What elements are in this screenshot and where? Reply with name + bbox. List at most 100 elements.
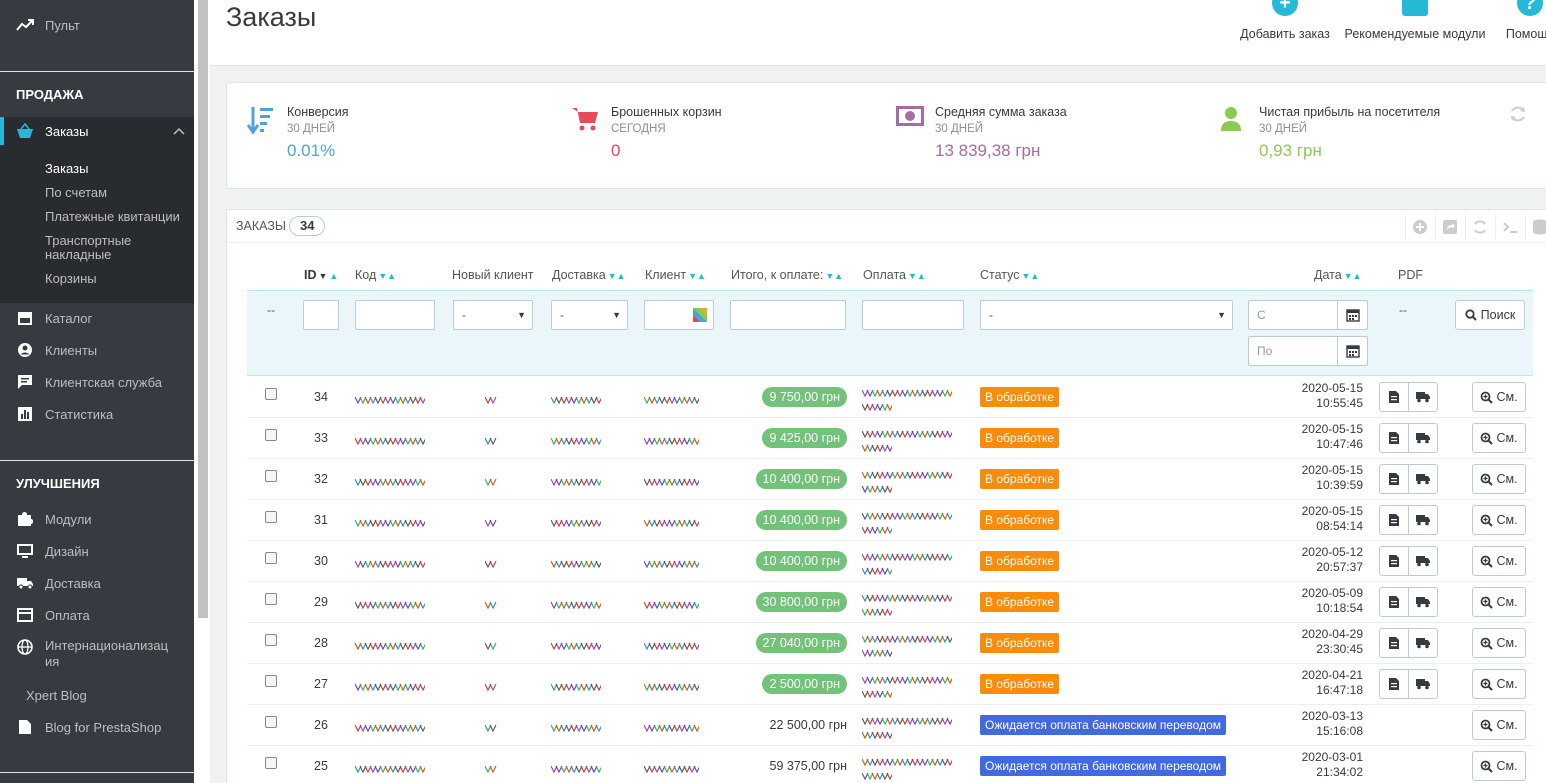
table-row[interactable]: 32 10 400,00 грн В обработке 2020-05-15 10:3… bbox=[247, 459, 1533, 500]
row-checkbox[interactable] bbox=[265, 511, 277, 523]
page-scrollbar-thumb[interactable] bbox=[198, 0, 208, 618]
search-button[interactable]: Поиск bbox=[1455, 300, 1525, 330]
filter-payment-input[interactable] bbox=[862, 300, 964, 330]
filter-code-input[interactable] bbox=[355, 300, 435, 330]
column-header-total[interactable]: Итого, к оплате: ▼▲ bbox=[731, 268, 843, 282]
file-icon bbox=[1389, 555, 1399, 567]
column-header-payment[interactable]: Оплата ▼▲ bbox=[863, 268, 926, 282]
view-order-button[interactable]: См. bbox=[1472, 628, 1526, 658]
calendar-icon[interactable] bbox=[1337, 336, 1368, 366]
sidebar-sub-invoices[interactable]: По счетам bbox=[45, 186, 107, 200]
row-checkbox[interactable] bbox=[265, 757, 277, 769]
view-order-button[interactable]: См. bbox=[1472, 587, 1526, 617]
order-total-badge: 30 800,00 грн bbox=[755, 592, 847, 612]
order-date-time: 23:30:45 bbox=[1316, 642, 1363, 656]
refresh-list-icon[interactable] bbox=[1465, 214, 1493, 240]
table-row[interactable]: 27 2 500,00 грн В обработке 2020-04-21 16:47… bbox=[247, 664, 1533, 705]
sidebar-item-catalog[interactable]: Каталог bbox=[0, 305, 194, 331]
invoice-pdf-button[interactable] bbox=[1379, 464, 1409, 494]
column-header-date[interactable]: Дата ▼▲ bbox=[1314, 268, 1362, 282]
delivery-slip-pdf-button[interactable] bbox=[1408, 382, 1438, 412]
invoice-pdf-button[interactable] bbox=[1379, 505, 1409, 535]
row-checkbox[interactable] bbox=[265, 593, 277, 605]
sidebar-sub-delivery-slips[interactable]: Транспортные накладные bbox=[45, 234, 165, 262]
database-icon[interactable] bbox=[1525, 214, 1546, 240]
view-order-button[interactable]: См. bbox=[1472, 505, 1526, 535]
sidebar-item-modules[interactable]: Модули bbox=[0, 506, 194, 532]
invoice-pdf-button[interactable] bbox=[1379, 587, 1409, 617]
order-code-redacted bbox=[354, 761, 427, 774]
sidebar-item-stats[interactable]: Статистика bbox=[0, 401, 194, 427]
view-order-button[interactable]: См. bbox=[1472, 464, 1526, 494]
invoice-pdf-button[interactable] bbox=[1379, 628, 1409, 658]
refresh-icon[interactable] bbox=[1509, 105, 1527, 128]
column-header-client[interactable]: Клиент ▼▲ bbox=[645, 268, 706, 282]
sidebar-item-xpert-blog[interactable]: Xpert Blog bbox=[0, 682, 194, 708]
row-checkbox[interactable] bbox=[265, 634, 277, 646]
table-row[interactable]: 25 59 375,00 грн Ожидается оплата банковск… bbox=[247, 746, 1533, 783]
row-checkbox[interactable] bbox=[265, 716, 277, 728]
sidebar-sub-carts[interactable]: Корзины bbox=[45, 272, 97, 286]
view-order-button[interactable]: См. bbox=[1472, 423, 1526, 453]
filter-delivery-select[interactable]: - bbox=[551, 300, 628, 330]
sidebar-item-shipping[interactable]: Доставка bbox=[0, 570, 194, 596]
chevron-up-icon[interactable] bbox=[173, 123, 185, 138]
sidebar-sub-orders[interactable]: Заказы bbox=[45, 162, 88, 176]
column-header-status[interactable]: Статус ▼▲ bbox=[980, 268, 1039, 282]
delivery-slip-pdf-button[interactable] bbox=[1408, 587, 1438, 617]
view-order-button[interactable]: См. bbox=[1472, 710, 1526, 740]
sidebar-item-international[interactable]: Интернационализация bbox=[0, 638, 194, 674]
invoice-pdf-button[interactable] bbox=[1379, 382, 1409, 412]
view-order-button[interactable]: См. bbox=[1472, 382, 1526, 412]
delivery-slip-pdf-button[interactable] bbox=[1408, 464, 1438, 494]
sidebar-item-design[interactable]: Дизайн bbox=[0, 538, 194, 564]
column-header-id[interactable]: ID ▼ ▲ bbox=[304, 268, 338, 282]
table-row[interactable]: 34 9 750,00 грн В обработке 2020-05-15 10:55… bbox=[247, 377, 1533, 418]
delivery-slip-pdf-button[interactable] bbox=[1408, 669, 1438, 699]
help-button[interactable]: ? Помощь bbox=[1500, 0, 1546, 66]
calendar-icon[interactable] bbox=[1337, 300, 1368, 330]
sidebar-item-payment[interactable]: Оплата bbox=[0, 602, 194, 628]
row-checkbox[interactable] bbox=[265, 552, 277, 564]
column-header-delivery[interactable]: Доставка ▼▲ bbox=[552, 268, 626, 282]
sidebar-item-orders[interactable]: Заказы bbox=[0, 118, 194, 144]
order-date-time: 08:54:14 bbox=[1316, 519, 1363, 533]
sidebar-item-dashboard[interactable]: Пульт bbox=[0, 12, 194, 38]
export-icon[interactable] bbox=[1435, 214, 1463, 240]
filter-new-client-select[interactable]: - bbox=[453, 300, 533, 330]
sidebar-item-blog-prestashop[interactable]: Blog for PrestaShop bbox=[0, 714, 194, 740]
view-order-button[interactable]: См. bbox=[1472, 669, 1526, 699]
sql-query-icon[interactable] bbox=[1495, 214, 1523, 240]
add-order-button[interactable]: + Добавить заказ bbox=[1236, 0, 1334, 66]
view-order-button[interactable]: См. bbox=[1472, 751, 1526, 781]
row-checkbox[interactable] bbox=[265, 388, 277, 400]
delivery-slip-pdf-button[interactable] bbox=[1408, 628, 1438, 658]
table-row[interactable]: 31 10 400,00 грн В обработке 2020-05-15 08:5… bbox=[247, 500, 1533, 541]
table-row[interactable]: 33 9 425,00 грн В обработке 2020-05-15 10:47… bbox=[247, 418, 1533, 459]
filter-id-input[interactable] bbox=[303, 300, 339, 330]
delivery-slip-pdf-button[interactable] bbox=[1408, 505, 1438, 535]
table-row[interactable]: 29 30 800,00 грн В обработке 2020-05-09 10:1… bbox=[247, 582, 1533, 623]
sidebar-item-customers[interactable]: Клиенты bbox=[0, 337, 194, 363]
recommended-modules-button[interactable]: Рекомендуемые модули bbox=[1343, 0, 1487, 66]
add-icon[interactable] bbox=[1405, 214, 1433, 240]
invoice-pdf-button[interactable] bbox=[1379, 669, 1409, 699]
delivery-slip-pdf-button[interactable] bbox=[1408, 546, 1438, 576]
table-row[interactable]: 30 10 400,00 грн В обработке 2020-05-12 20:5… bbox=[247, 541, 1533, 582]
row-checkbox[interactable] bbox=[265, 470, 277, 482]
sidebar-item-customer-service[interactable]: Клиентская служба bbox=[0, 369, 194, 395]
column-header-code[interactable]: Код ▼▲ bbox=[355, 268, 396, 282]
table-row[interactable]: 28 27 040,00 грн В обработке 2020-04-29 23:3… bbox=[247, 623, 1533, 664]
sidebar-sub-credit-slips[interactable]: Платежные квитанции bbox=[45, 210, 180, 224]
filter-status-select[interactable]: - bbox=[980, 300, 1233, 330]
view-order-button[interactable]: См. bbox=[1472, 546, 1526, 576]
row-checkbox[interactable] bbox=[265, 429, 277, 441]
filter-client-input[interactable] bbox=[644, 300, 714, 330]
filter-total-input[interactable] bbox=[730, 300, 846, 330]
invoice-pdf-button[interactable] bbox=[1379, 546, 1409, 576]
table-row[interactable]: 26 22 500,00 грн Ожидается оплата банковск… bbox=[247, 705, 1533, 746]
invoice-pdf-button[interactable] bbox=[1379, 423, 1409, 453]
row-checkbox[interactable] bbox=[265, 675, 277, 687]
delivery-slip-pdf-button[interactable] bbox=[1408, 423, 1438, 453]
view-label: См. bbox=[1496, 554, 1518, 568]
